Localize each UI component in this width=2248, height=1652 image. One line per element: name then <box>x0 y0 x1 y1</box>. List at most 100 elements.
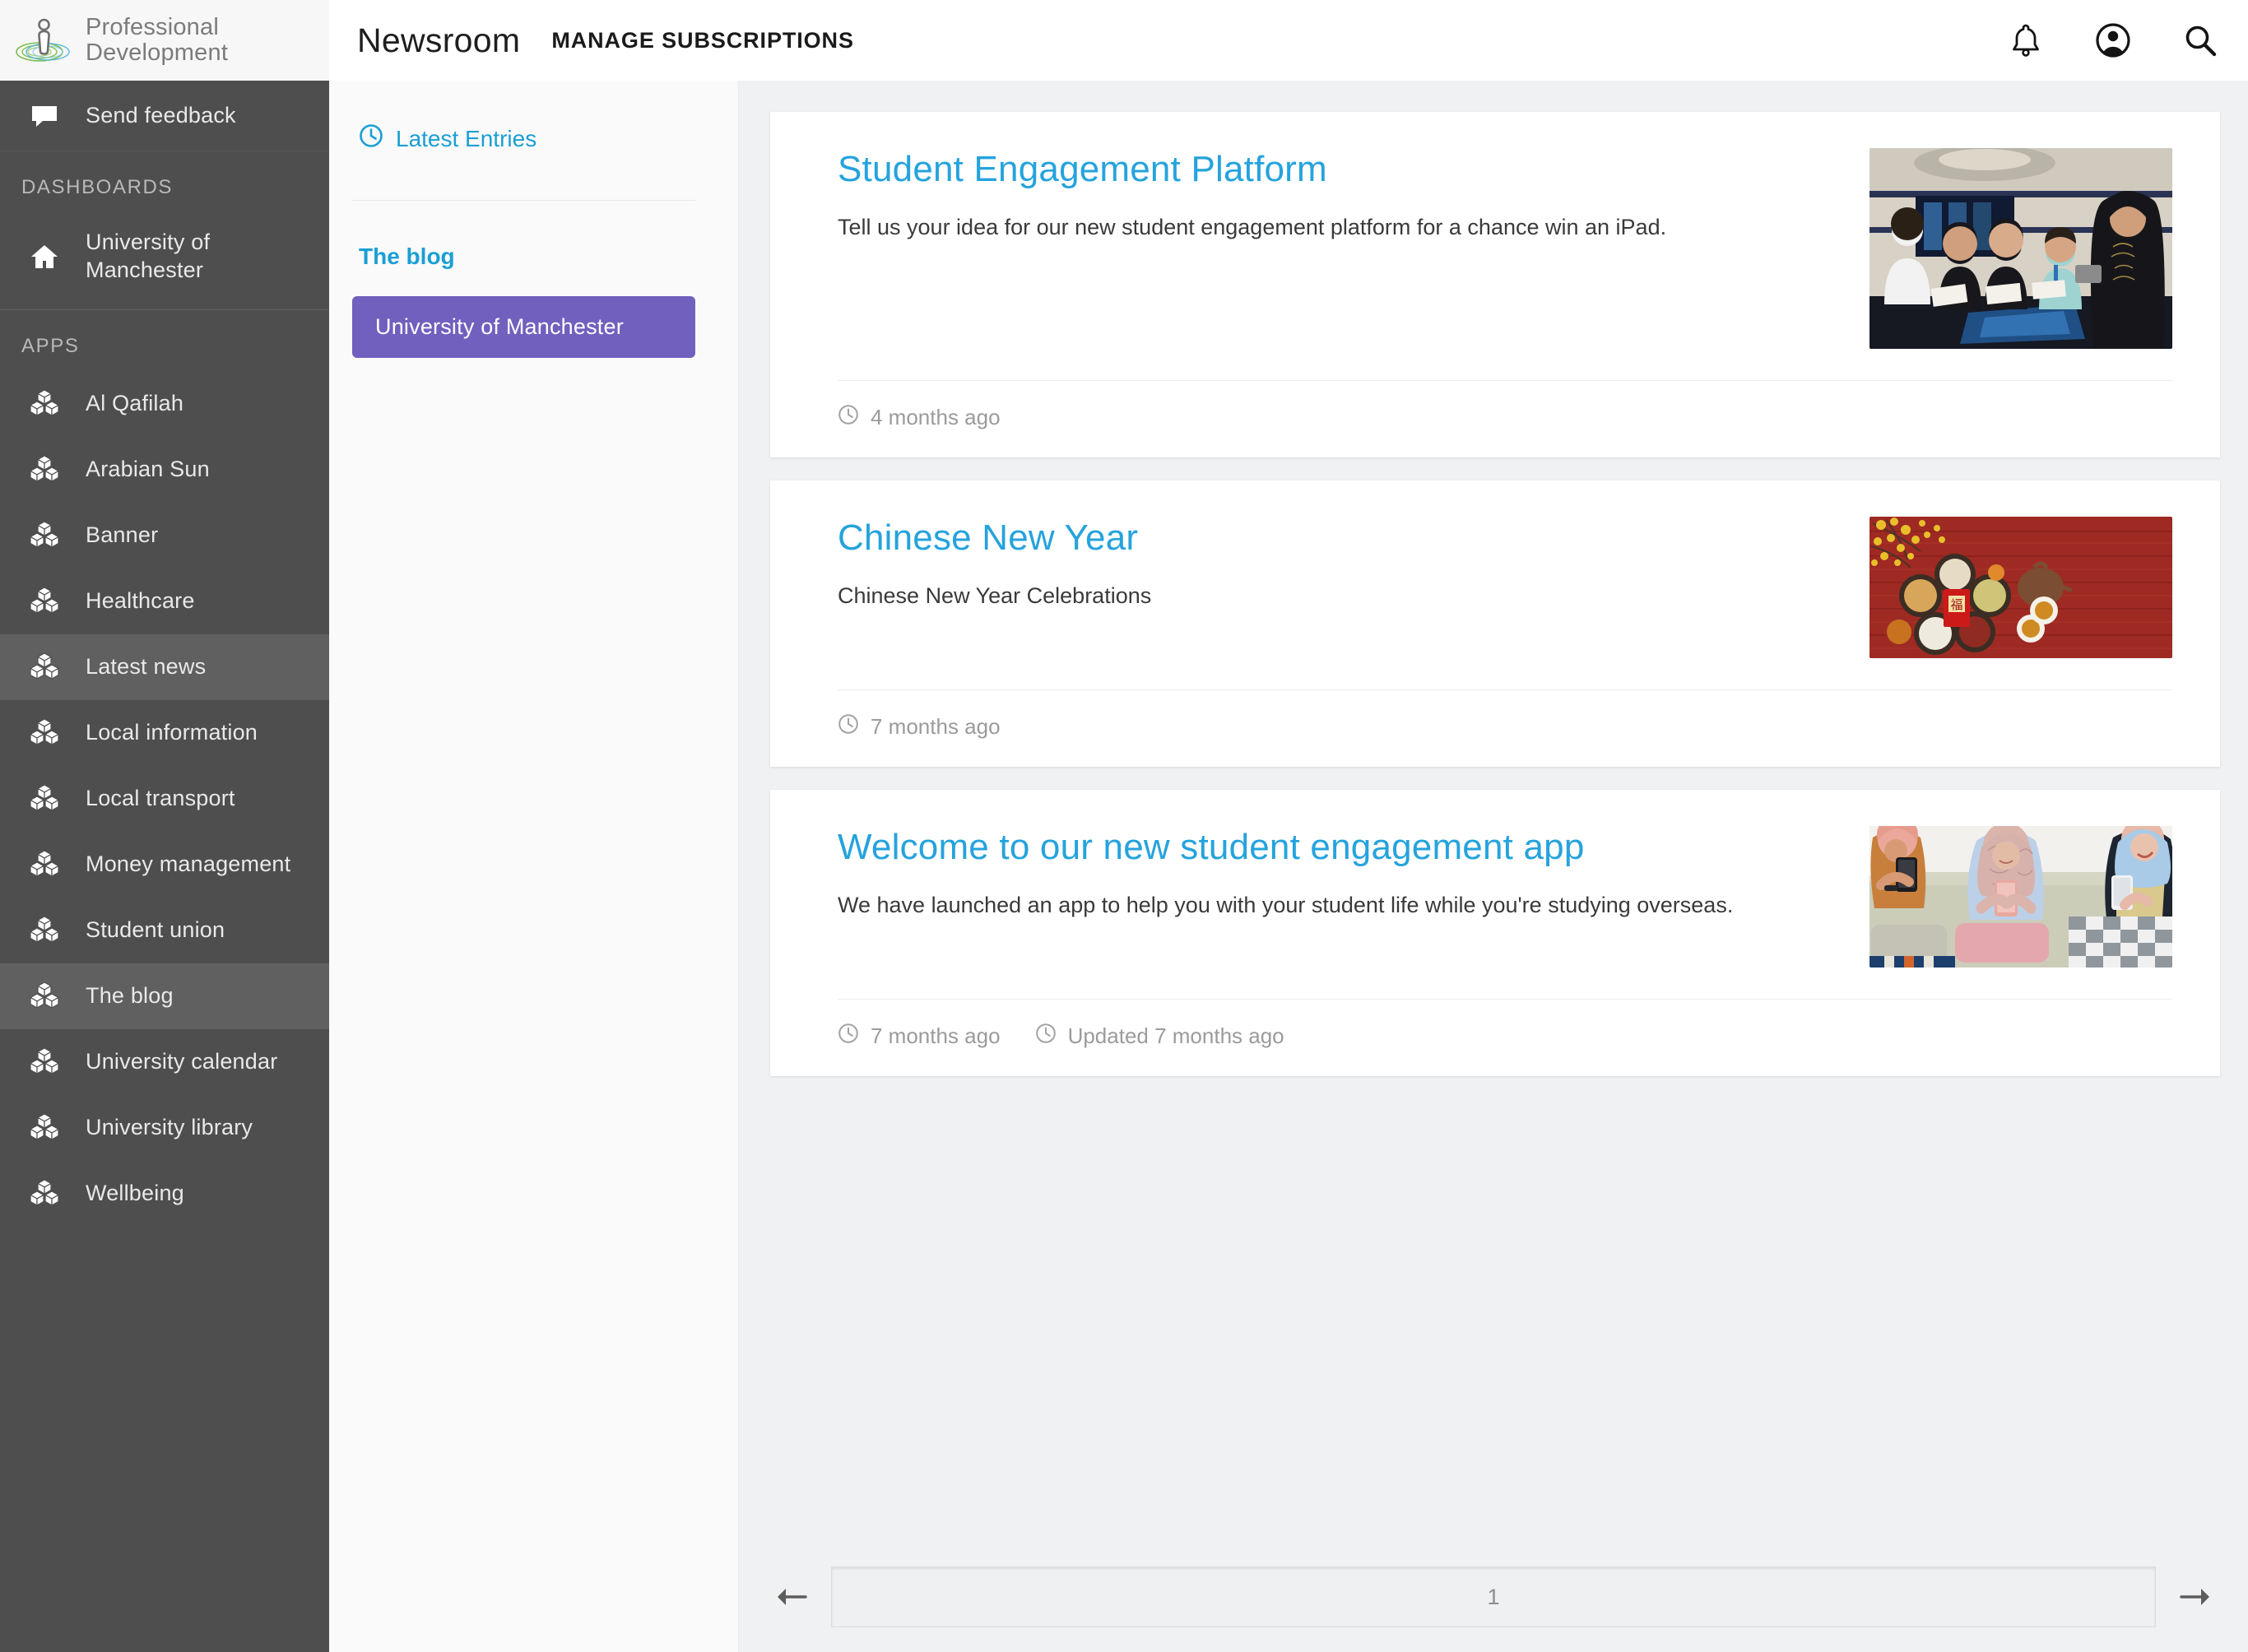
article-list: Student Engagement Platform Tell us your … <box>770 112 2220 1548</box>
article-published-date: 4 months ago <box>871 405 1001 430</box>
article-body: Welcome to our new student engagement ap… <box>838 826 2172 968</box>
article-published-meta: 7 months ago <box>838 713 1001 740</box>
sidebar-item-university-of-manchester[interactable]: University of Manchester <box>0 212 329 301</box>
article-published-date: 7 months ago <box>871 1023 1001 1049</box>
brand-name: Professional Development <box>86 15 313 67</box>
bell-icon[interactable] <box>2006 21 2046 60</box>
sidebar-item-money-management[interactable]: Money management <box>0 832 329 898</box>
sidebar-item-banner[interactable]: Banner <box>0 503 329 568</box>
sidebar-item-label: Arabian Sun <box>86 456 210 484</box>
article-published-meta: 7 months ago <box>838 1023 1001 1050</box>
content-area: Student Engagement Platform Tell us your … <box>739 81 2248 1652</box>
cubes-icon <box>21 582 67 621</box>
article-updated-date: Updated 7 months ago <box>1068 1023 1284 1049</box>
page-number-input[interactable]: 1 <box>831 1566 2156 1627</box>
sidebar-item-al-qafilah[interactable]: Al Qafilah <box>0 371 329 437</box>
sidebar-item-label: Latest news <box>86 653 206 681</box>
sidebar-item-local-transport[interactable]: Local transport <box>0 766 329 832</box>
cubes-icon <box>21 1174 67 1213</box>
clock-icon <box>1035 1023 1057 1050</box>
arrow-left-icon[interactable] <box>770 1583 813 1611</box>
top-bar: Newsroom MANAGE SUBSCRIPTIONS <box>329 0 2248 81</box>
professional-development-logo-icon <box>15 11 74 70</box>
sidebar-item-label: University library <box>86 1114 253 1142</box>
article-footer: 7 months ago <box>838 689 2172 767</box>
body-row: Latest Entries The blog University of Ma… <box>329 81 2248 1652</box>
latest-entries-label: Latest Entries <box>396 126 536 152</box>
sidebar-item-label: Student union <box>86 916 225 944</box>
article-body: Student Engagement Platform Tell us your … <box>838 148 2172 349</box>
home-icon <box>21 237 67 276</box>
sidebar-item-label: Al Qafilah <box>86 390 183 418</box>
pagination: 1 <box>770 1548 2220 1652</box>
cubes-icon <box>21 516 67 555</box>
sidebar-item-label: The blog <box>86 982 174 1010</box>
sidebar-item-label: University of Manchester <box>86 229 311 285</box>
sidebar-apps-list: Al Qafilah Arabian Sun Banner Healthcare Lat… <box>0 371 329 1227</box>
page-number-value: 1 <box>1487 1585 1499 1610</box>
sidebar-item-latest-news[interactable]: Latest news <box>0 634 329 700</box>
cubes-icon <box>21 1108 67 1148</box>
article-published-meta: 4 months ago <box>838 404 1001 431</box>
clock-icon <box>838 404 859 431</box>
article-text: Chinese New Year Chinese New Year Celebra… <box>838 517 1845 658</box>
sidebar-item-university-library[interactable]: University library <box>0 1095 329 1161</box>
top-bar-actions <box>2006 21 2220 60</box>
filter-group-the-blog[interactable]: The blog <box>352 201 695 270</box>
sidebar-item-send-feedback[interactable]: Send feedback <box>0 81 329 151</box>
cubes-icon <box>21 450 67 490</box>
article-thumbnail <box>1869 826 2172 968</box>
cubes-icon <box>21 977 67 1016</box>
cubes-icon <box>21 1042 67 1082</box>
clock-icon <box>838 713 859 740</box>
sidebar-item-label: Money management <box>86 851 290 879</box>
article-card: Chinese New Year Chinese New Year Celebra… <box>770 480 2220 767</box>
article-body: Chinese New Year Chinese New Year Celebra… <box>838 517 2172 658</box>
sidebar-item-university-calendar[interactable]: University calendar <box>0 1029 329 1095</box>
sidebar-item-wellbeing[interactable]: Wellbeing <box>0 1161 329 1227</box>
latest-entries-filter[interactable]: Latest Entries <box>352 123 695 154</box>
article-text: Welcome to our new student engagement ap… <box>838 826 1845 968</box>
sidebar-item-healthcare[interactable]: Healthcare <box>0 568 329 634</box>
article-card: Welcome to our new student engagement ap… <box>770 790 2220 1076</box>
search-icon[interactable] <box>2181 21 2220 60</box>
filter-panel: Latest Entries The blog University of Ma… <box>329 81 739 1652</box>
brand-header: Professional Development <box>0 0 329 81</box>
cubes-icon <box>21 713 67 753</box>
sidebar-item-label: University calendar <box>86 1048 277 1076</box>
article-footer: 4 months ago <box>838 380 2172 457</box>
main-region: Newsroom MANAGE SUBSCRIPTIONS <box>329 0 2248 1652</box>
sidebar-item-student-union[interactable]: Student union <box>0 898 329 963</box>
article-title[interactable]: Chinese New Year <box>838 517 1845 559</box>
sidebar-item-local-information[interactable]: Local information <box>0 700 329 766</box>
article-thumbnail <box>1869 148 2172 349</box>
cubes-icon <box>21 384 67 424</box>
article-description: Chinese New Year Celebrations <box>838 581 1845 612</box>
article-published-date: 7 months ago <box>871 714 1001 740</box>
cubes-icon <box>21 779 67 819</box>
sidebar-item-label: Wellbeing <box>86 1180 184 1208</box>
article-title[interactable]: Student Engagement Platform <box>838 148 1845 191</box>
arrow-right-icon[interactable] <box>2174 1583 2217 1611</box>
clock-icon <box>838 1023 859 1050</box>
svg-text:福: 福 <box>1950 598 1962 612</box>
article-updated-meta: Updated 7 months ago <box>1035 1023 1284 1050</box>
article-footer: 7 months ago Updated 7 months ago <box>838 999 2172 1076</box>
page-title: Newsroom <box>357 21 520 60</box>
filter-chip-university-of-manchester[interactable]: University of Manchester <box>352 296 695 358</box>
cubes-icon <box>21 845 67 884</box>
cubes-icon <box>21 647 67 687</box>
article-card: Student Engagement Platform Tell us your … <box>770 112 2220 457</box>
sidebar-item-arabian-sun[interactable]: Arabian Sun <box>0 437 329 503</box>
sidebar-section-apps: APPS <box>0 310 329 371</box>
article-title[interactable]: Welcome to our new student engagement ap… <box>838 826 1845 869</box>
manage-subscriptions-link[interactable]: MANAGE SUBSCRIPTIONS <box>551 28 854 53</box>
article-description: Tell us your idea for our new student en… <box>838 212 1845 244</box>
article-description: We have launched an app to help you with… <box>838 890 1845 921</box>
sidebar-item-label: Banner <box>86 522 158 550</box>
account-circle-icon[interactable] <box>2093 21 2133 60</box>
sidebar-item-label: Send feedback <box>86 102 236 130</box>
sidebar-item-the-blog[interactable]: The blog <box>0 963 329 1029</box>
sidebar-item-label: Local transport <box>86 785 235 813</box>
sidebar-section-dashboards: DASHBOARDS <box>0 151 329 212</box>
